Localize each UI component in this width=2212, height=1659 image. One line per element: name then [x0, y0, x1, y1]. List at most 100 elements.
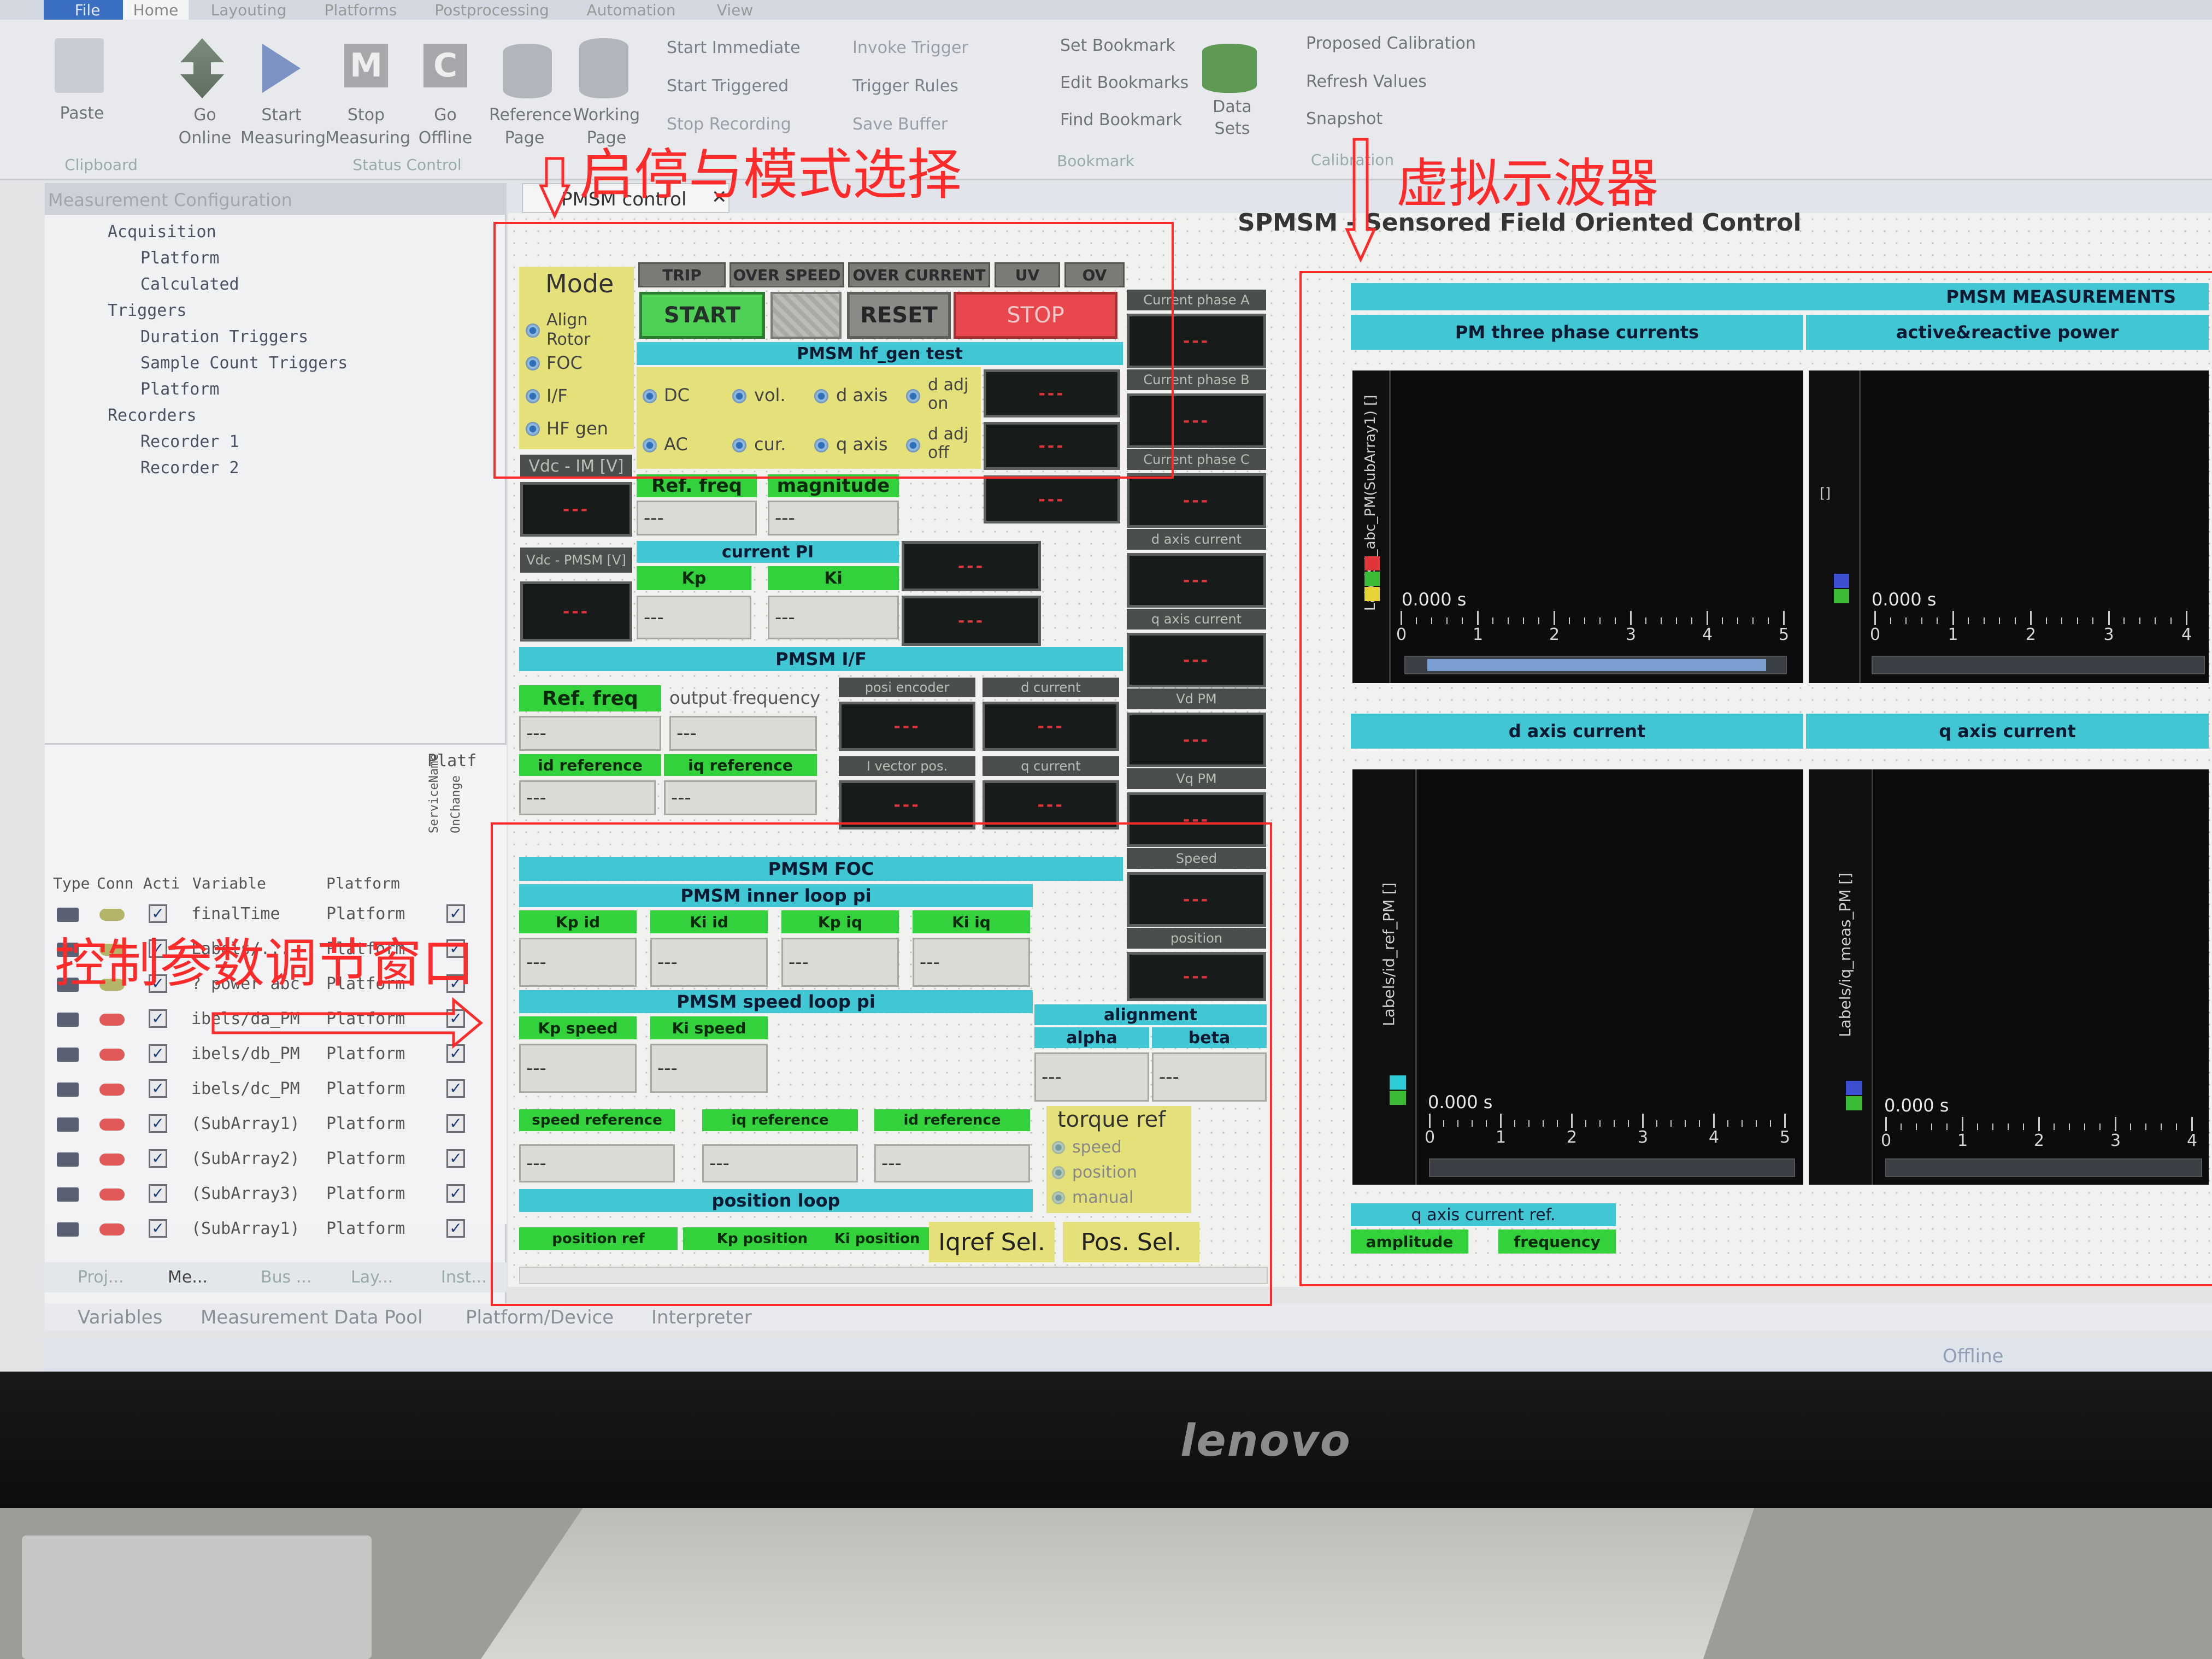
- if-id-reference-label: id reference: [519, 754, 661, 776]
- bottom-tab-bar: Variables Measurement Data Pool Platform…: [45, 1303, 2212, 1331]
- disp-vd-pm: ---: [1127, 713, 1266, 767]
- ribbon: File Home Layouting Platforms Postproces…: [0, 0, 2212, 180]
- go-offline-icon[interactable]: C: [423, 44, 467, 87]
- row-onchange-checkbox[interactable]: ✓: [446, 904, 465, 923]
- row-onchange-checkbox[interactable]: ✓: [446, 1044, 465, 1063]
- monitor-bezel: [0, 1372, 2212, 1508]
- status-offline: Offline: [1943, 1345, 2004, 1367]
- if-output-frequency-value: ---: [669, 716, 817, 751]
- edit-bookmarks-button[interactable]: Edit Bookmarks: [1060, 73, 1202, 92]
- row-onchange-checkbox[interactable]: ✓: [446, 1079, 465, 1098]
- tab-postprocessing[interactable]: Postprocessing: [426, 0, 557, 20]
- grid-col-platform[interactable]: Platform: [326, 874, 400, 892]
- row-type-icon: [57, 1222, 79, 1237]
- data-sets-icon[interactable]: [1202, 44, 1257, 93]
- stop-measuring-icon[interactable]: M: [344, 44, 388, 87]
- tree-item-acquisition[interactable]: Acquisition: [108, 222, 216, 242]
- row-active-checkbox[interactable]: ✓: [149, 1114, 167, 1133]
- grid-col-variable[interactable]: Variable: [192, 874, 266, 892]
- snapshot-button[interactable]: Snapshot: [1306, 109, 1443, 128]
- row-active-checkbox[interactable]: ✓: [149, 904, 167, 923]
- q-current-label: q current: [983, 756, 1119, 776]
- if-iq-reference-input[interactable]: ---: [664, 780, 817, 815]
- working-page-icon[interactable]: [579, 38, 628, 98]
- tab-platform-device[interactable]: Platform/Device: [466, 1307, 614, 1328]
- tab-measurement[interactable]: Me...: [168, 1268, 208, 1287]
- current-pi-ki-input[interactable]: ---: [768, 596, 899, 639]
- row-variable[interactable]: (SubArray1): [191, 1114, 300, 1133]
- tab-interpreter[interactable]: Interpreter: [651, 1307, 752, 1328]
- row-active-checkbox[interactable]: ✓: [149, 1149, 167, 1168]
- grid-col-active[interactable]: Acti: [143, 874, 180, 892]
- reference-page-label: Reference Page: [489, 105, 572, 148]
- grid-col-conn[interactable]: Conn: [97, 874, 133, 892]
- row-active-checkbox[interactable]: ✓: [149, 1044, 167, 1063]
- start-measuring-icon[interactable]: [262, 44, 301, 93]
- row-onchange-checkbox[interactable]: ✓: [446, 1009, 465, 1028]
- row-active-checkbox[interactable]: ✓: [149, 1079, 167, 1098]
- magnitude-input[interactable]: ---: [768, 501, 899, 536]
- refresh-values-button[interactable]: Refresh Values: [1306, 72, 1470, 91]
- set-bookmark-button[interactable]: Set Bookmark: [1060, 36, 1202, 55]
- tab-platforms[interactable]: Platforms: [317, 0, 404, 20]
- tab-project[interactable]: Proj...: [78, 1268, 124, 1287]
- tab-layouts[interactable]: Lay...: [351, 1268, 393, 1287]
- if-ref-freq-input[interactable]: ---: [519, 716, 661, 751]
- row-variable[interactable]: ibels/da_PM: [191, 1009, 300, 1028]
- tree-item-platform[interactable]: Platform: [140, 249, 220, 268]
- go-online-icon[interactable]: [180, 38, 224, 98]
- row-active-checkbox[interactable]: ✓: [149, 1184, 167, 1203]
- current-pi-kp-input[interactable]: ---: [637, 596, 751, 639]
- proposed-calibration-button[interactable]: Proposed Calibration: [1306, 34, 1492, 53]
- row-active-checkbox[interactable]: ✓: [149, 1219, 167, 1238]
- calibration-group-label: Calibration: [1310, 151, 1395, 169]
- vdc-pmsm-label: Vdc - PMSM [V]: [520, 548, 632, 573]
- ref-freq-input[interactable]: ---: [637, 501, 757, 536]
- tree-item-recorders[interactable]: Recorders: [108, 406, 197, 425]
- tree-item-sample-count-triggers[interactable]: Sample Count Triggers: [140, 354, 348, 373]
- row-connection-icon: [99, 1223, 125, 1236]
- bookmark-group-label: Bookmark: [1057, 152, 1134, 170]
- row-onchange-checkbox[interactable]: ✓: [446, 1114, 465, 1133]
- if-iq-reference-label: iq reference: [664, 754, 817, 776]
- find-bookmark-button[interactable]: Find Bookmark: [1060, 110, 1202, 130]
- current-pi-title: current PI: [637, 541, 899, 563]
- invoke-trigger-button[interactable]: Invoke Trigger: [852, 38, 989, 57]
- stop-measuring-label: Stop Measuring: [325, 105, 411, 148]
- tree-item-calculated[interactable]: Calculated: [140, 275, 239, 294]
- row-variable[interactable]: ibels/db_PM: [191, 1044, 300, 1063]
- row-variable[interactable]: (SubArray1): [191, 1219, 300, 1238]
- row-variable[interactable]: (SubArray2): [191, 1149, 300, 1168]
- paste-icon[interactable]: [55, 38, 104, 93]
- grid-col-type[interactable]: Type: [53, 874, 90, 892]
- status-bar: [45, 1339, 2212, 1372]
- tab-instruments[interactable]: Inst...: [441, 1268, 487, 1287]
- tree-item-platform-trigger[interactable]: Platform: [140, 380, 220, 399]
- i-vector-pos-label: I vector pos.: [839, 756, 975, 776]
- row-variable[interactable]: ibels/dc_PM: [191, 1079, 300, 1098]
- tab-view[interactable]: View: [705, 0, 765, 20]
- tree-item-recorder-2[interactable]: Recorder 2: [140, 458, 239, 478]
- tab-variables[interactable]: Variables: [78, 1307, 162, 1328]
- current-pi-ki-label: Ki: [768, 566, 899, 590]
- tab-layouting[interactable]: Layouting: [205, 0, 292, 20]
- row-onchange-checkbox[interactable]: ✓: [446, 1184, 465, 1203]
- tree-item-triggers[interactable]: Triggers: [108, 301, 187, 320]
- tab-measurement-data-pool[interactable]: Measurement Data Pool: [201, 1307, 423, 1328]
- tree-item-duration-triggers[interactable]: Duration Triggers: [140, 327, 308, 346]
- start-triggered-button[interactable]: Start Triggered: [667, 77, 820, 96]
- tab-bus[interactable]: Bus ...: [261, 1268, 311, 1287]
- tab-automation[interactable]: Automation: [579, 0, 683, 20]
- row-variable[interactable]: (SubArray3): [191, 1184, 300, 1203]
- row-active-checkbox[interactable]: ✓: [149, 1009, 167, 1028]
- row-connection-icon: [99, 1014, 125, 1026]
- trigger-rules-button[interactable]: Trigger Rules: [852, 77, 989, 96]
- start-immediate-button[interactable]: Start Immediate: [667, 38, 820, 57]
- if-id-reference-input[interactable]: ---: [519, 780, 656, 815]
- reference-page-icon[interactable]: [503, 44, 552, 98]
- row-onchange-checkbox[interactable]: ✓: [446, 1149, 465, 1168]
- tab-home[interactable]: Home: [123, 0, 189, 20]
- tab-file[interactable]: File: [44, 0, 131, 20]
- tree-item-recorder-1[interactable]: Recorder 1: [140, 432, 239, 451]
- row-onchange-checkbox[interactable]: ✓: [446, 1219, 465, 1238]
